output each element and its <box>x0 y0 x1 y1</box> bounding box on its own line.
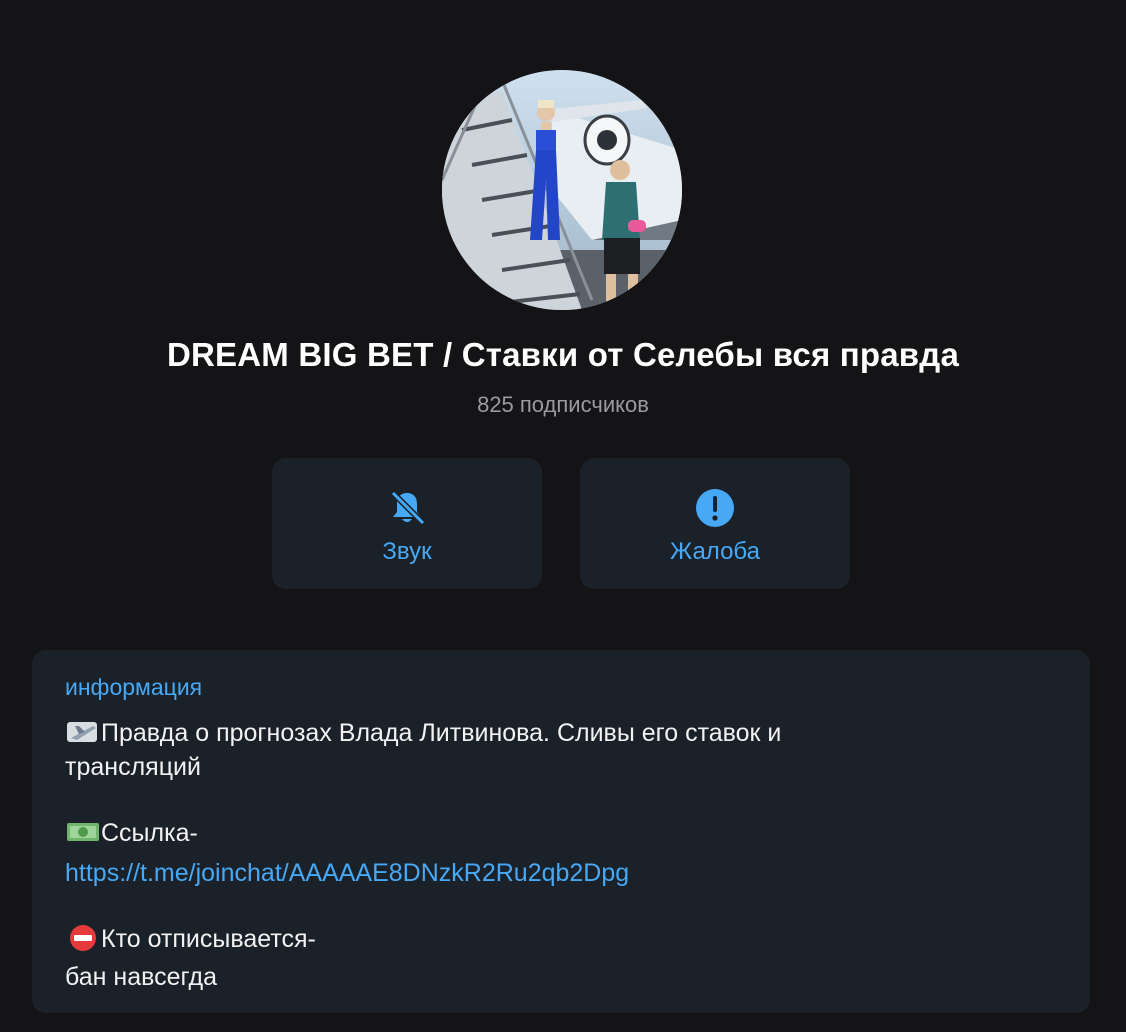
info-heading: информация <box>65 674 203 700</box>
bell-muted-icon <box>390 490 426 526</box>
channel-profile-page: DREAM BIG BET / Ставки от Селебы вся пра… <box>0 0 1126 1032</box>
warning-line1-text: Кто отписывается- <box>101 925 316 953</box>
channel-avatar[interactable] <box>442 70 682 310</box>
sound-button-label: Звук <box>382 538 432 565</box>
no-entry-emoji <box>70 925 96 951</box>
report-button-label: Жалоба <box>670 538 760 565</box>
channel-title: DREAM BIG BET / Ставки от Селебы вся пра… <box>166 336 959 373</box>
subscriber-count: 825 подписчиков <box>477 392 649 417</box>
avatar-photo <box>442 70 682 310</box>
report-button[interactable]: Жалоба <box>580 458 850 589</box>
info-card: информация Правда о прогнозах Влада Литв… <box>32 650 1090 1013</box>
link-label-text: Ссылка- <box>101 819 198 847</box>
airplane-emoji <box>67 722 97 742</box>
info-warning-line1: Кто отписывается- <box>65 922 316 956</box>
info-warning-line2: бан навсегда <box>65 963 218 991</box>
info-link-label: Ссылка- <box>65 816 198 850</box>
info-description-line2: трансляций <box>65 753 201 781</box>
info-line1-text: Правда о прогнозах Влада Литвинова. Слив… <box>101 719 782 747</box>
info-description-line1: Правда о прогнозах Влада Литвинова. Слив… <box>65 716 781 750</box>
exclamation-circle-icon <box>696 489 734 527</box>
info-link-row: https://t.me/joinchat/AAAAAE8DNzkR2Ru2qb… <box>65 856 629 890</box>
invite-link[interactable]: https://t.me/joinchat/AAAAAE8DNzkR2Ru2qb… <box>65 859 629 887</box>
sound-button[interactable]: Звук <box>272 458 542 589</box>
money-emoji <box>67 823 99 841</box>
